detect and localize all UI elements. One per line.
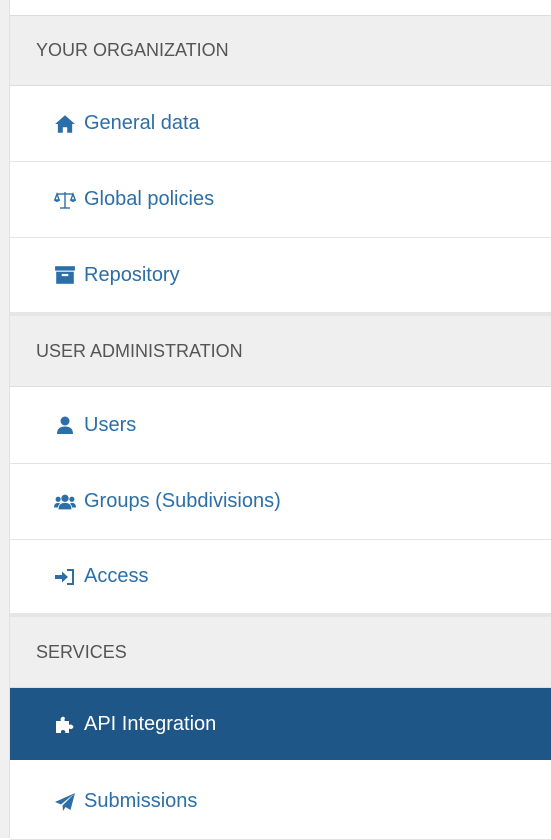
sidebar-item-access[interactable]: Access — [10, 540, 551, 617]
paper-plane-icon — [54, 792, 76, 812]
sidebar-item-label: Access — [84, 565, 149, 587]
balance-scale-icon — [54, 190, 76, 210]
section-header-services: SERVICES — [10, 617, 551, 688]
sign-in-icon — [54, 567, 76, 587]
sidebar-item-repository[interactable]: Repository — [10, 238, 551, 316]
section-header-user-administration: USER ADMINISTRATION — [10, 316, 551, 387]
sidebar-item-submissions[interactable]: Submissions — [10, 764, 551, 840]
settings-sidebar: YOUR ORGANIZATION General data Global po… — [10, 15, 551, 840]
sidebar-item-label: Groups (Subdivisions) — [84, 490, 281, 512]
sidebar-item-label: General data — [84, 112, 200, 134]
section-header-your-organization: YOUR ORGANIZATION — [10, 16, 551, 86]
puzzle-icon — [54, 714, 76, 734]
sidebar-item-users[interactable]: Users — [10, 387, 551, 464]
sidebar-item-label: Submissions — [84, 790, 198, 812]
sidebar-item-label: Users — [84, 413, 137, 436]
section-header-label: USER ADMINISTRATION — [36, 340, 243, 361]
sidebar-item-label: API Integration — [84, 712, 217, 735]
sidebar-item-general-data[interactable]: General data — [10, 86, 551, 162]
section-header-label: SERVICES — [36, 641, 127, 662]
sidebar-item-label: Global policies — [84, 188, 215, 210]
section-header-label: YOUR ORGANIZATION — [36, 40, 229, 60]
home-icon — [54, 114, 76, 134]
sidebar-item-api-integration[interactable]: API Integration — [10, 688, 551, 764]
sidebar-item-groups[interactable]: Groups (Subdivisions) — [10, 464, 551, 540]
user-icon — [54, 415, 76, 435]
archive-icon — [54, 265, 76, 285]
sidebar-item-label: Repository — [84, 263, 180, 286]
users-icon — [54, 492, 76, 512]
sidebar-item-global-policies[interactable]: Global policies — [10, 162, 551, 238]
left-panel-edge — [0, 0, 10, 838]
